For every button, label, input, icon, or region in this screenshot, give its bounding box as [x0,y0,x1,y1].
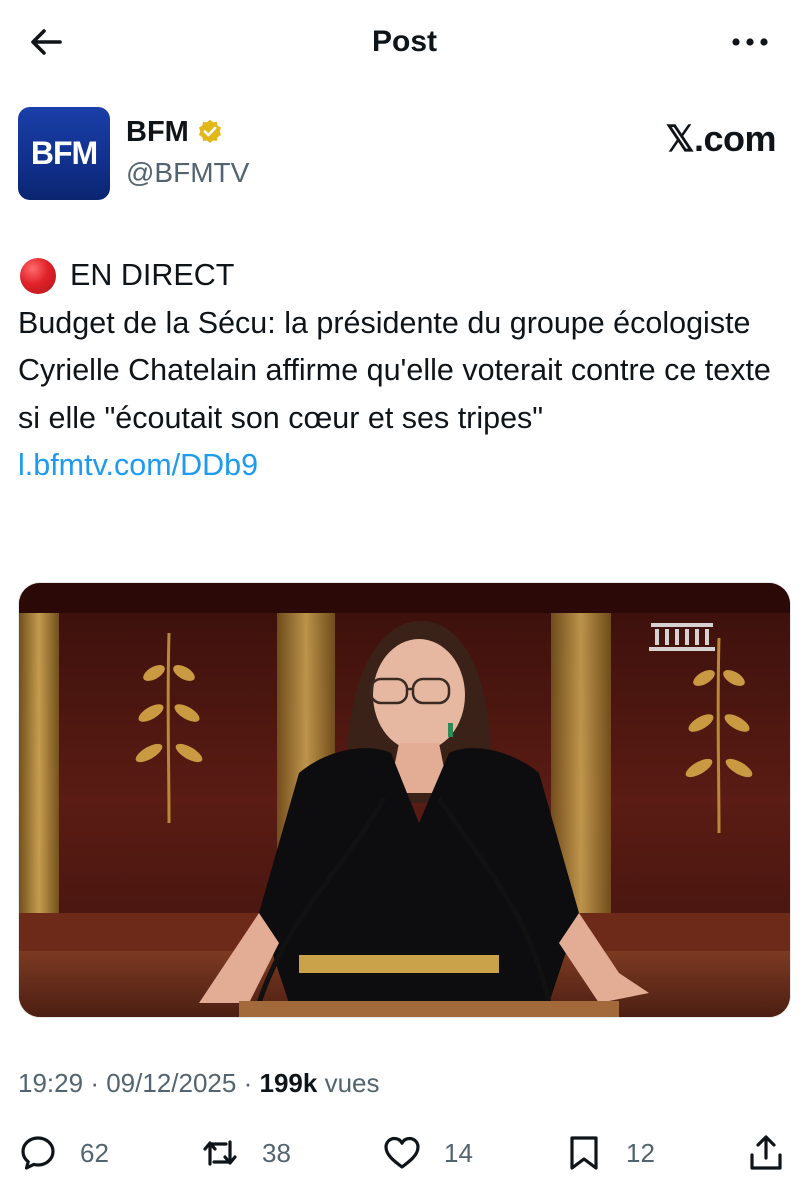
reply-button[interactable]: 62 [18,1128,109,1178]
repost-count: 38 [262,1137,291,1168]
assembly-speaker-photo [19,583,790,1017]
post-text: EN DIRECT Budget de la Sécu: la présiden… [18,252,798,490]
source-watermark: 𝕏.com [665,118,776,159]
verified-badge-icon [198,119,221,143]
live-label: EN DIRECT [70,258,235,292]
post-image[interactable] [18,582,791,1018]
post-metadata: 19:29 · 09/12/2025 · 199k vues [18,1065,380,1101]
post-date: 09/12/2025 [106,1068,237,1098]
action-bar: 62 38 14 12 [0,1128,809,1178]
views-count[interactable]: 199k [260,1068,318,1098]
post-time: 19:29 [18,1068,84,1098]
like-count: 14 [444,1137,473,1168]
repost-icon [203,1140,237,1166]
heart-icon [384,1136,420,1169]
meta-separator: · [90,1068,99,1098]
avatar-logo-text: BFM [30,135,98,171]
author-name-text: BFM [126,116,189,148]
avatar[interactable]: BFM [18,107,110,200]
share-upload-icon [750,1135,782,1170]
reply-count: 62 [80,1137,109,1168]
views-label: vues [324,1068,380,1098]
bookmark-button[interactable]: 12 [564,1128,655,1178]
post-link[interactable]: l.bfmtv.com/DDb9 [18,442,798,490]
page-title: Post [371,25,437,58]
author-name[interactable]: BFM [126,114,224,150]
bookmark-icon [570,1136,598,1170]
top-bar: Post [0,0,809,84]
red-circle-icon [20,257,56,294]
more-options-button[interactable] [727,22,773,62]
live-indicator: EN DIRECT [18,252,798,300]
bookmark-count: 12 [626,1137,655,1168]
reply-bubble-icon [21,1136,55,1170]
like-button[interactable]: 14 [382,1128,473,1178]
share-button[interactable] [746,1128,786,1178]
meta-separator: · [243,1068,253,1098]
author-handle[interactable]: @BFMTV [126,155,249,191]
repost-button[interactable]: 38 [200,1128,291,1178]
more-horizontal-icon [732,38,768,46]
post-body: Budget de la Sécu: la présidente du grou… [18,305,771,435]
